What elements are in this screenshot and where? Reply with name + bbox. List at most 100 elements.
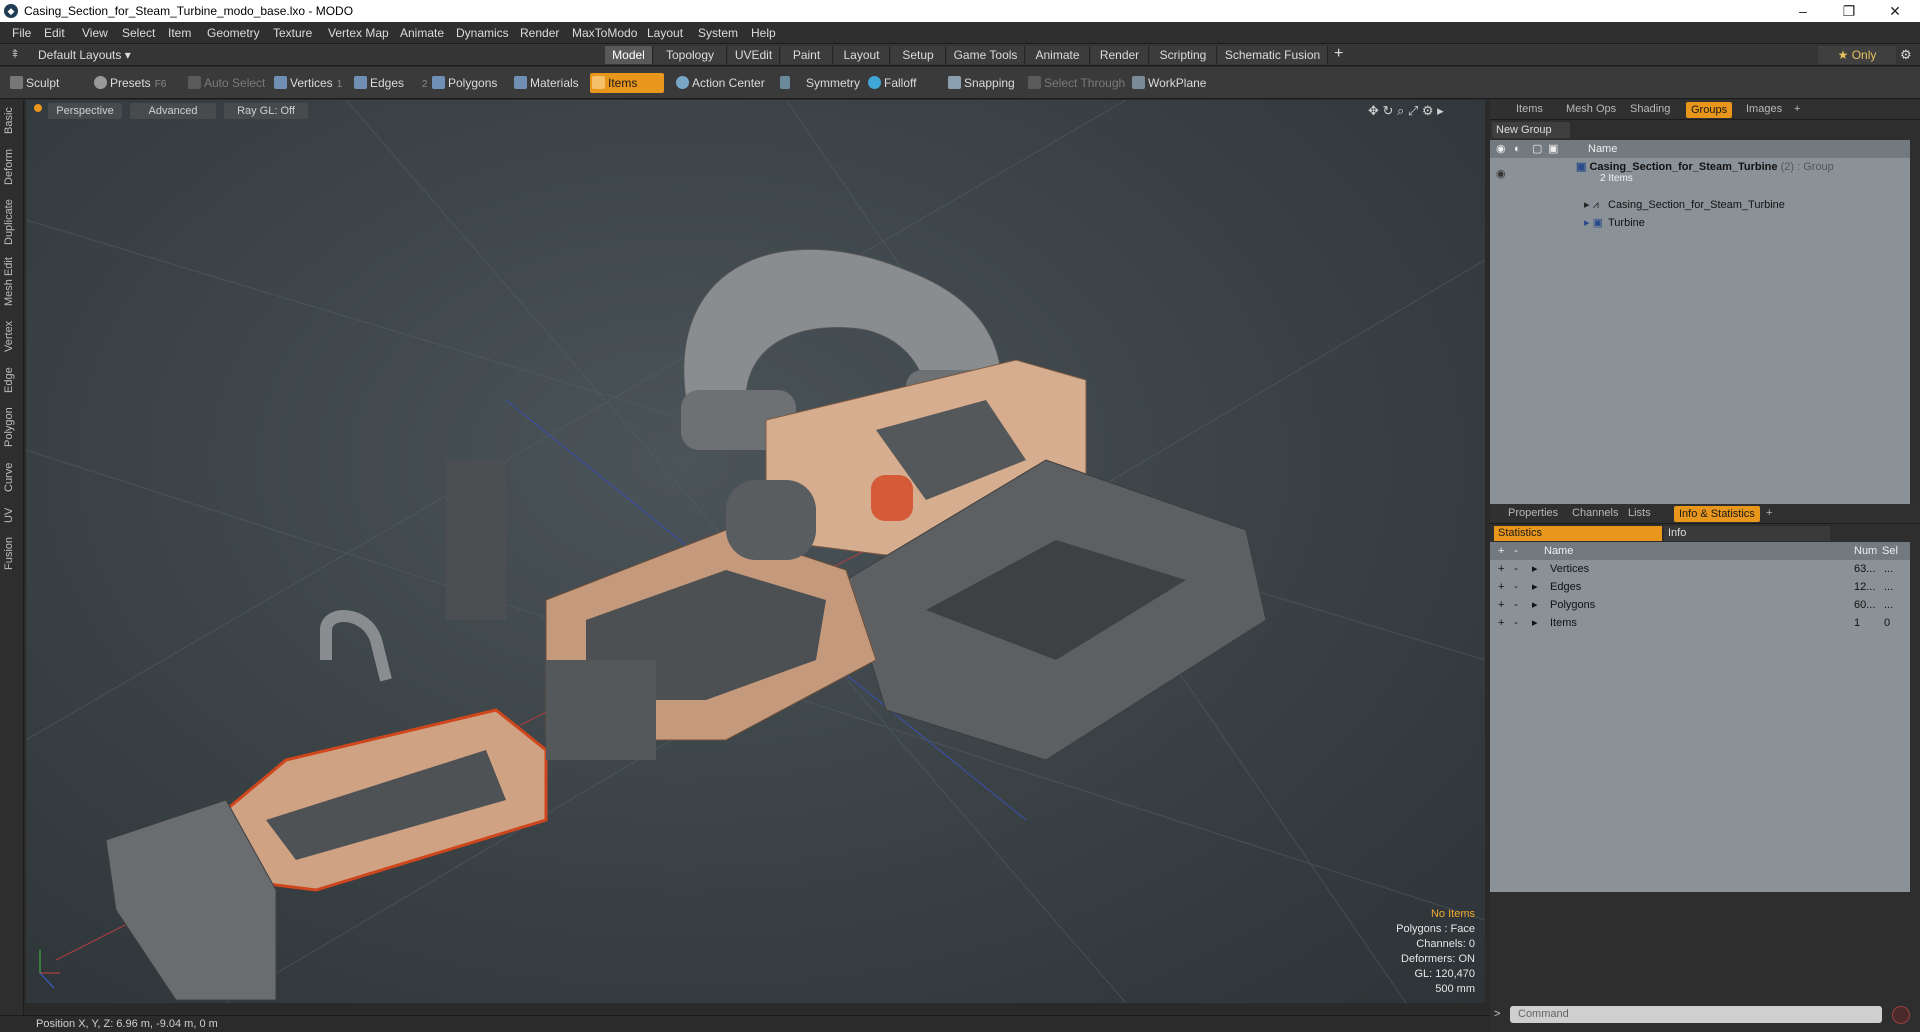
- tab-paint[interactable]: Paint: [781, 46, 833, 64]
- group-eye-icon[interactable]: ◉: [1496, 165, 1506, 183]
- tab-properties[interactable]: Properties: [1508, 507, 1558, 519]
- minus-icon[interactable]: -: [1514, 614, 1518, 632]
- expand-arrow-icon[interactable]: ▸: [1532, 578, 1538, 596]
- vtab-duplicate[interactable]: Duplicate: [3, 196, 19, 248]
- vtab-polygon[interactable]: Polygon: [3, 404, 19, 450]
- vertices-button[interactable]: Vertices 1: [272, 73, 342, 93]
- vtab-uv[interactable]: UV: [3, 504, 19, 526]
- add-tab-icon[interactable]: +: [1794, 103, 1800, 115]
- presets-button[interactable]: Presets F6: [92, 73, 166, 93]
- vtab-fusion[interactable]: Fusion: [3, 534, 19, 572]
- tab-mesh-ops[interactable]: Mesh Ops: [1566, 103, 1616, 115]
- menu-help[interactable]: Help: [751, 26, 776, 40]
- menu-vertex-map[interactable]: Vertex Map: [328, 26, 389, 40]
- new-group-button[interactable]: New Group: [1492, 122, 1570, 138]
- minus-icon[interactable]: -: [1514, 596, 1518, 614]
- symmetry-button[interactable]: Symmetry: [778, 73, 860, 93]
- add-tab-icon[interactable]: +: [1766, 507, 1772, 519]
- menu-layout[interactable]: Layout: [647, 26, 683, 40]
- plus-icon[interactable]: +: [1498, 578, 1504, 596]
- tab-groups[interactable]: Groups: [1686, 102, 1733, 118]
- tab-schematic-fusion[interactable]: Schematic Fusion: [1218, 46, 1328, 64]
- minus-icon[interactable]: -: [1514, 578, 1518, 596]
- menu-texture[interactable]: Texture: [273, 26, 312, 40]
- properties-panel-tabs: Properties Channels Lists Info & Statist…: [1490, 504, 1920, 524]
- table-row[interactable]: + - ▸ Edges 12... ...: [1490, 578, 1910, 596]
- tab-scripting[interactable]: Scripting: [1150, 46, 1217, 64]
- tool-bar: Sculpt Presets F6 Auto Select Vertices 1 E…: [0, 67, 1920, 99]
- vtab-deform[interactable]: Deform: [3, 146, 19, 188]
- group-row[interactable]: ◉ ▣ Casing_Section_for_Steam_Turbine (2)…: [1490, 158, 1910, 190]
- minimize-button[interactable]: –: [1780, 0, 1826, 22]
- tab-images[interactable]: Images: [1746, 103, 1782, 115]
- menu-item[interactable]: Item: [168, 26, 191, 40]
- falloff-button[interactable]: Falloff: [866, 73, 916, 93]
- menu-render[interactable]: Render: [520, 26, 559, 40]
- expand-arrow-icon[interactable]: ▸: [1532, 614, 1538, 632]
- materials-button[interactable]: Materials: [512, 73, 579, 93]
- close-button[interactable]: ✕: [1872, 0, 1918, 22]
- menu-select[interactable]: Select: [122, 26, 155, 40]
- default-layouts-dropdown[interactable]: Default Layouts ▾: [38, 48, 131, 62]
- tab-channels[interactable]: Channels: [1572, 507, 1618, 519]
- vtab-curve[interactable]: Curve: [3, 458, 19, 496]
- action-center-button[interactable]: Action Center: [674, 73, 765, 93]
- vtab-mesh-edit[interactable]: Mesh Edit: [3, 256, 19, 308]
- select-through-button[interactable]: Select Through: [1026, 73, 1125, 93]
- tab-shading[interactable]: Shading: [1630, 103, 1670, 115]
- tab-model[interactable]: Model: [605, 46, 653, 64]
- sculpt-button[interactable]: Sculpt: [8, 73, 59, 93]
- expand-arrow-icon[interactable]: ▸: [1532, 596, 1538, 614]
- gear-icon[interactable]: ⚙: [1900, 47, 1912, 63]
- list-item[interactable]: ▸ ⩘ Casing_Section_for_Steam_Turbine: [1490, 196, 1910, 214]
- plus-icon[interactable]: +: [1498, 560, 1504, 578]
- menu-animate[interactable]: Animate: [400, 26, 444, 40]
- plus-icon[interactable]: +: [1498, 614, 1504, 632]
- edges-button[interactable]: Edges 2: [352, 73, 428, 93]
- tab-info-statistics[interactable]: Info & Statistics: [1674, 506, 1760, 522]
- auto-select-button[interactable]: Auto Select: [186, 73, 265, 93]
- snapping-button[interactable]: Snapping: [946, 73, 1015, 93]
- plus-icon[interactable]: +: [1498, 596, 1504, 614]
- menu-view[interactable]: View: [82, 26, 108, 40]
- list-item[interactable]: ▸ ▣ Turbine: [1490, 214, 1910, 232]
- mesh-item-icon: ▸ ▣: [1584, 217, 1603, 229]
- items-button[interactable]: Items: [590, 73, 664, 93]
- command-input[interactable]: Command: [1510, 1006, 1882, 1023]
- record-icon[interactable]: [1892, 1006, 1910, 1024]
- menu-geometry[interactable]: Geometry: [207, 26, 260, 40]
- menu-maxtomodo[interactable]: MaxToModo: [572, 26, 637, 40]
- collapse-all-icon[interactable]: -: [1514, 542, 1518, 560]
- table-row[interactable]: + - ▸ Items 1 0: [1490, 614, 1910, 632]
- add-layout-tab-icon[interactable]: +: [1334, 45, 1343, 63]
- only-toggle[interactable]: ★ Only: [1818, 46, 1896, 64]
- vtab-basic[interactable]: Basic: [3, 104, 19, 138]
- table-row[interactable]: + - ▸ Polygons 60... ...: [1490, 596, 1910, 614]
- tab-layout[interactable]: Layout: [834, 46, 890, 64]
- layout-menu-icon[interactable]: ⇞: [10, 47, 20, 61]
- vtab-edge[interactable]: Edge: [3, 364, 19, 396]
- tab-statistics[interactable]: Statistics: [1494, 526, 1662, 541]
- tab-setup[interactable]: Setup: [891, 46, 946, 64]
- menu-system[interactable]: System: [698, 26, 738, 40]
- table-row[interactable]: + - ▸ Vertices 63... ...: [1490, 560, 1910, 578]
- tab-items[interactable]: Items: [1516, 103, 1543, 115]
- vtab-vertex[interactable]: Vertex: [3, 316, 19, 356]
- tab-info[interactable]: Info: [1664, 526, 1830, 541]
- menu-file[interactable]: File: [12, 26, 31, 40]
- maximize-button[interactable]: ❐: [1826, 0, 1872, 22]
- expand-arrow-icon[interactable]: ▸: [1532, 560, 1538, 578]
- tab-render[interactable]: Render: [1091, 46, 1149, 64]
- tab-topology[interactable]: Topology: [654, 46, 727, 64]
- tab-animate[interactable]: Animate: [1026, 46, 1090, 64]
- tab-lists[interactable]: Lists: [1628, 507, 1651, 519]
- menu-edit[interactable]: Edit: [44, 26, 65, 40]
- workplane-button[interactable]: WorkPlane: [1130, 73, 1206, 93]
- 3d-viewport[interactable]: Perspective Advanced Ray GL: Off ✥ ↻ ⌕ ⤢…: [26, 100, 1485, 1003]
- tab-game-tools[interactable]: Game Tools: [947, 46, 1025, 64]
- expand-all-icon[interactable]: +: [1498, 542, 1504, 560]
- tab-uvedit[interactable]: UVEdit: [728, 46, 780, 64]
- menu-dynamics[interactable]: Dynamics: [456, 26, 509, 40]
- minus-icon[interactable]: -: [1514, 560, 1518, 578]
- polygons-button[interactable]: Polygons: [430, 73, 497, 93]
